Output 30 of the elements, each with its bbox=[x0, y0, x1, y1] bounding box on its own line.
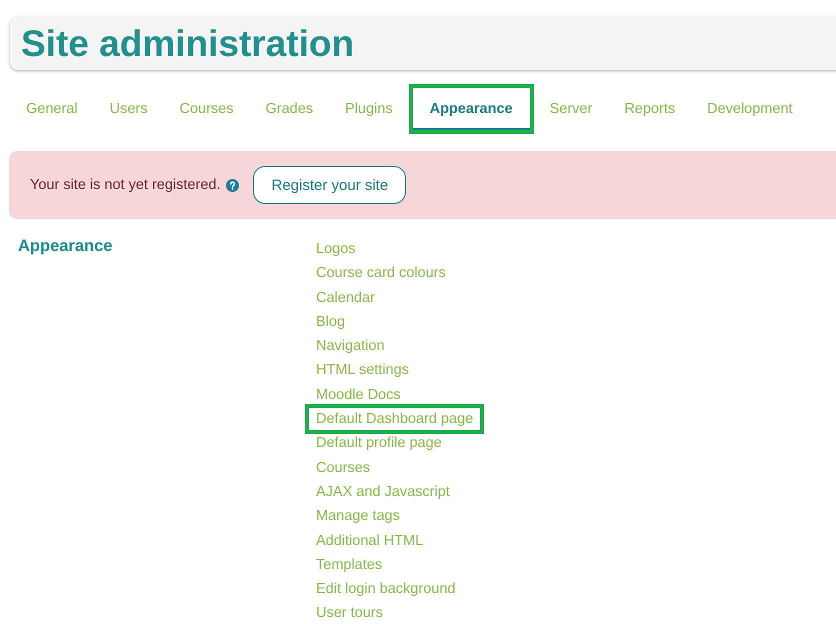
settings-link[interactable]: Moodle Docs bbox=[316, 382, 401, 408]
nav-tab[interactable]: Reports bbox=[608, 89, 692, 129]
nav-tab[interactable]: Users bbox=[94, 89, 164, 129]
settings-link[interactable]: AJAX and Javascript bbox=[316, 480, 450, 504]
settings-link[interactable]: Navigation bbox=[316, 334, 385, 358]
nav-tab[interactable]: Courses bbox=[163, 89, 250, 129]
settings-link[interactable]: Default profile page bbox=[316, 431, 442, 456]
section-heading: Appearance bbox=[18, 237, 114, 256]
settings-link[interactable]: Additional HTML bbox=[316, 528, 424, 553]
nav-tab[interactable]: Plugins bbox=[329, 89, 409, 129]
alert-message: Your site is not yet registered. bbox=[30, 177, 220, 193]
settings-link[interactable]: Logos bbox=[316, 237, 356, 262]
settings-link[interactable]: HTML settings bbox=[316, 358, 409, 383]
settings-link[interactable]: User tours bbox=[316, 601, 383, 624]
settings-link[interactable]: Blog bbox=[316, 310, 346, 334]
settings-link[interactable]: Manage tags bbox=[316, 504, 400, 529]
settings-link[interactable]: Course card colours bbox=[316, 261, 446, 286]
nav-tab[interactable]: Development bbox=[691, 89, 809, 129]
settings-link[interactable]: Edit login background bbox=[316, 577, 456, 602]
settings-link[interactable]: Templates bbox=[316, 552, 382, 578]
nav-tab[interactable]: Server bbox=[534, 89, 608, 129]
nav-tab[interactable]: Appearance bbox=[408, 84, 534, 134]
register-button[interactable]: Register your site bbox=[253, 166, 406, 204]
settings-link[interactable]: Default Dashboard page bbox=[308, 407, 482, 432]
settings-link[interactable]: Calendar bbox=[316, 286, 375, 310]
help-icon[interactable] bbox=[226, 178, 240, 192]
page-title: Site administration bbox=[21, 22, 354, 64]
nav-tab[interactable]: General bbox=[10, 89, 94, 129]
nav-tab[interactable]: Grades bbox=[249, 89, 330, 129]
settings-link[interactable]: Courses bbox=[316, 456, 370, 480]
